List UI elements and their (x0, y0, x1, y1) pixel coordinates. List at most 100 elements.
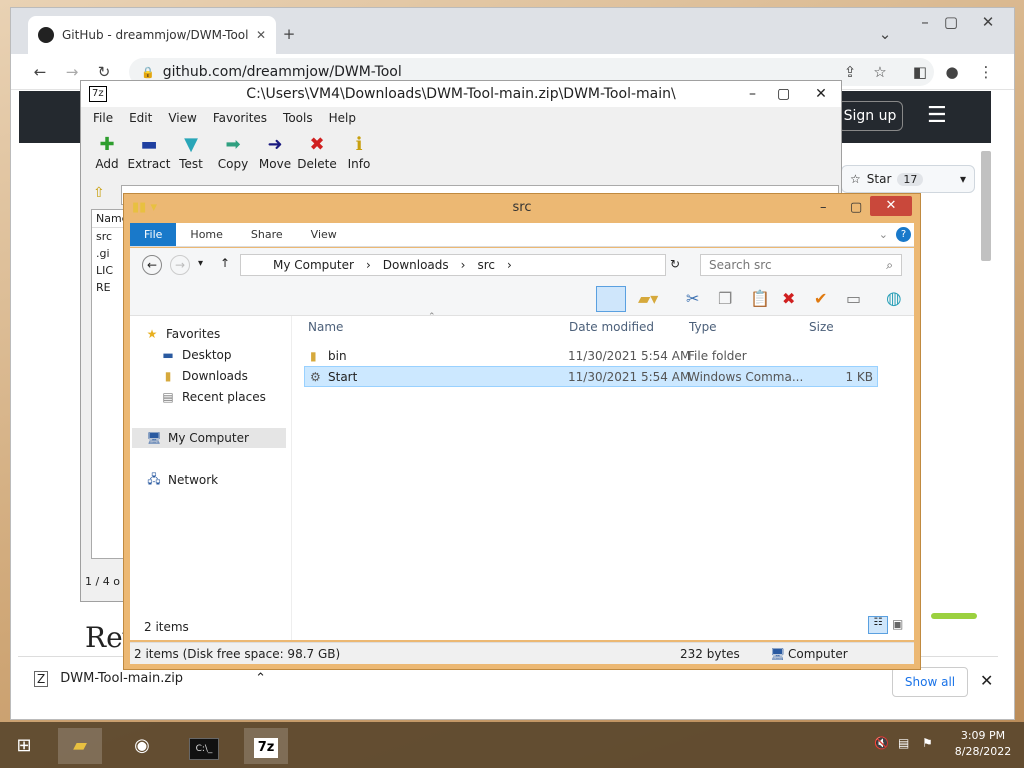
paste-icon[interactable]: 📋 (750, 289, 770, 308)
show-all-button[interactable]: Show all (892, 667, 968, 697)
quick-access-folder-icon[interactable]: ▮▮ ▾ (132, 194, 157, 222)
details-view-icon[interactable]: ☷ (868, 616, 888, 634)
7zip-test-button[interactable]: ▼ Test (169, 133, 213, 171)
explorer-minimize-button[interactable]: – (820, 194, 827, 222)
chrome-menu-icon[interactable]: ⋮ (975, 62, 997, 82)
start-windows-icon[interactable]: ⊞ (2, 728, 46, 764)
menu-edit[interactable]: Edit (129, 107, 152, 129)
explorer-path-box[interactable]: My Computer › Downloads › src › (240, 254, 666, 276)
system-clock[interactable]: 3:09 PM 8/28/2022 (952, 728, 1014, 760)
7zip-maximize-button[interactable]: ▢ (777, 81, 790, 107)
page-scrollbar[interactable] (981, 151, 991, 261)
7zip-add-button[interactable]: ✚ Add (85, 133, 129, 171)
properties-icon[interactable]: ▭ (846, 289, 861, 308)
folder-options-icon[interactable]: ▰▾ (638, 289, 658, 308)
nav-recent[interactable]: ▤ Recent places (160, 387, 266, 407)
star-label: Star (866, 172, 892, 186)
download-filename: DWM-Tool-main.zip (60, 671, 184, 686)
path-segment[interactable]: Downloads (383, 255, 449, 275)
explorer-search-input[interactable]: Search src ⌕ (700, 254, 902, 276)
column-type[interactable]: Type (689, 320, 717, 334)
file-explorer-icon[interactable]: ▰ (58, 728, 102, 764)
star-button[interactable]: ☆ Star 17 ▾ (841, 165, 975, 193)
refresh-icon[interactable]: ↻ (670, 257, 680, 271)
menu-tools[interactable]: Tools (283, 107, 313, 129)
action-center-icon[interactable]: ⚑ (922, 736, 933, 750)
share-icon[interactable]: ⇪ (839, 62, 861, 82)
path-segment[interactable]: My Computer (273, 255, 354, 275)
search-icon: ⌕ (886, 258, 893, 272)
menu-file[interactable]: File (93, 107, 113, 129)
reload-icon[interactable]: ↻ (93, 62, 115, 82)
ribbon-tab-view[interactable]: View (297, 223, 351, 246)
new-tab-button[interactable]: + (279, 24, 299, 44)
nav-network[interactable]: 🖧 Network (146, 470, 218, 490)
up-folder-icon[interactable]: ⇧ (93, 185, 105, 201)
tab-search-icon[interactable]: ⌄ (875, 24, 895, 44)
column-name[interactable]: Name (308, 320, 343, 334)
ribbon-tab-home[interactable]: Home (176, 223, 236, 246)
large-icons-view-icon[interactable]: ▣ (892, 617, 903, 631)
menu-view[interactable]: View (168, 107, 196, 129)
ribbon-expand-icon[interactable]: ⌄ (879, 223, 888, 246)
7zip-copy-button[interactable]: ➡ Copy (211, 133, 255, 171)
delete-icon[interactable]: ✖ (782, 289, 795, 308)
column-date-modified[interactable]: Date modified (569, 320, 654, 334)
back-arrow-icon[interactable]: ← (29, 62, 51, 82)
7zip-minimize-button[interactable]: – (749, 81, 756, 107)
nav-downloads[interactable]: ▮ Downloads (160, 366, 248, 386)
7zip-move-button[interactable]: ➜ Move (253, 133, 297, 171)
navigation-pane: ★ Favorites ▬ Desktop ▮ Downloads ▤ Recent p… (130, 316, 292, 640)
chrome-tab[interactable]: GitHub - dreammjow/DWM-Tool ✕ (28, 16, 276, 54)
file-row[interactable]: ▮ bin 11/30/2021 5:54 AM File folder (304, 345, 878, 366)
status-size: 232 bytes (680, 647, 740, 661)
rename-check-icon[interactable]: ✔ (814, 289, 827, 308)
globe-icon[interactable]: ◍ (886, 288, 902, 309)
volume-muted-icon[interactable]: 🔇 (874, 736, 889, 750)
up-arrow-icon[interactable]: ↑ (220, 256, 230, 270)
download-item[interactable]: Z DWM-Tool-main.zip ⌃ (34, 671, 266, 687)
forward-arrow-icon[interactable]: → (61, 62, 83, 82)
download-bar-close-icon[interactable]: ✕ (980, 671, 993, 690)
7zip-delete-button[interactable]: ✖ Delete (295, 133, 339, 171)
menu-favorites[interactable]: Favorites (213, 107, 267, 129)
preview-pane-icon[interactable] (596, 286, 626, 312)
chevron-up-icon[interactable]: ⌃ (255, 671, 266, 687)
ribbon-tab-share[interactable]: Share (237, 223, 297, 246)
star-dropdown-icon[interactable]: ▾ (960, 172, 966, 186)
nav-desktop[interactable]: ▬ Desktop (160, 345, 231, 365)
hamburger-icon[interactable]: ☰ (927, 103, 947, 128)
profile-avatar[interactable]: ● (941, 62, 963, 82)
explorer-maximize-button[interactable]: ▢ (850, 194, 862, 222)
chrome-icon[interactable]: ◉ (120, 728, 164, 764)
7zip-taskbar-icon[interactable]: 7z (244, 728, 288, 764)
close-button[interactable]: ✕ (969, 12, 1007, 32)
explorer-close-button[interactable]: ✕ (870, 196, 912, 216)
recent-locations-icon[interactable]: ▾ (198, 258, 203, 269)
help-icon[interactable]: ? (896, 227, 911, 242)
cmd-icon[interactable]: C:\_ (182, 728, 226, 764)
nav-my-computer[interactable]: 🖥 My Computer (132, 428, 286, 448)
7zip-close-button[interactable]: ✕ (801, 81, 841, 107)
chrome-tabstrip: GitHub - dreammjow/DWM-Tool ✕ + ⌄ – ▢ ✕ (11, 8, 1014, 54)
maximize-button[interactable]: ▢ (941, 12, 961, 32)
signup-button[interactable]: Sign up (837, 101, 903, 131)
menu-help[interactable]: Help (329, 107, 356, 129)
ribbon-tab-file[interactable]: File (130, 223, 177, 246)
tab-close-icon[interactable]: ✕ (256, 28, 266, 42)
bookmark-star-icon[interactable]: ☆ (869, 62, 891, 82)
7zip-extract-button[interactable]: ▬ Extract (127, 133, 171, 171)
cut-icon[interactable]: ✂ (686, 289, 699, 308)
column-size[interactable]: Size (809, 320, 834, 334)
back-button[interactable]: ← (142, 255, 162, 275)
item-count: 2 items (144, 620, 189, 634)
nav-favorites[interactable]: ★ Favorites (144, 324, 221, 344)
7zip-info-button[interactable]: ℹ Info (337, 133, 381, 171)
file-row[interactable]: ⚙ Start 11/30/2021 5:54 AM Windows Comma… (304, 366, 878, 387)
network-tray-icon[interactable]: ▤ (898, 736, 909, 750)
copy-icon[interactable]: ❐ (718, 289, 732, 308)
path-segment[interactable]: src (477, 255, 495, 275)
forward-button[interactable]: → (170, 255, 190, 275)
sidepanel-icon[interactable]: ◧ (909, 62, 931, 82)
minimize-button[interactable]: – (915, 12, 935, 32)
